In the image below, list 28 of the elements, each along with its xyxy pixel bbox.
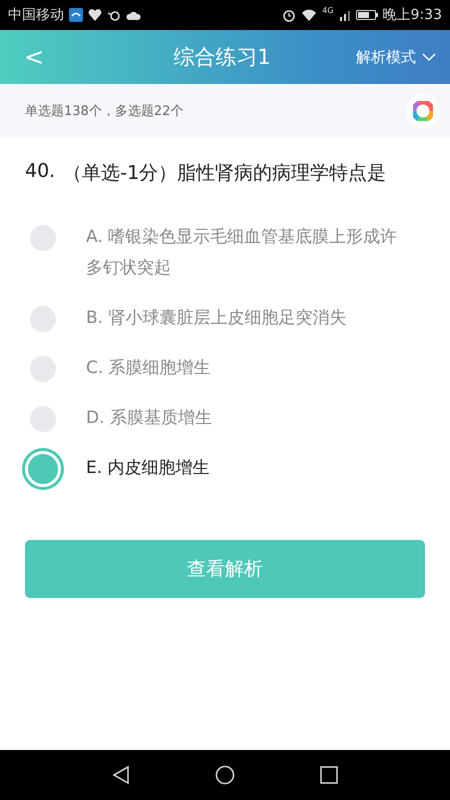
battery-icon [356,9,378,21]
wifi-icon [301,8,318,22]
network-label: 4G [322,6,334,15]
mode-dropdown[interactable]: 解析模式 [356,44,450,70]
chevron-down-icon [422,51,436,63]
alarm-icon [282,8,296,22]
home-nav-icon[interactable] [214,765,235,785]
answer-option[interactable]: B. 肾小球囊脏层上皮细胞足突消失 [86,303,406,334]
back-button[interactable]: < [0,37,58,77]
heart-icon [88,8,102,22]
question-text: （单选-1分）脂性肾病的病理学特点是 [63,161,386,186]
answer-option[interactable]: D. 系膜基质增生 [86,403,406,434]
answer-option[interactable]: E. 内皮细胞增生 [86,453,406,484]
answer-option[interactable]: C. 系膜细胞增生 [86,353,406,384]
answer-option[interactable]: A. 嗜银染色显示毛细血管基底膜上形成许多钉状突起 [86,222,406,284]
recents-nav-icon[interactable] [320,766,338,784]
view-analysis-button[interactable]: 查看解析 [25,540,425,598]
question-number: 40. [25,160,56,184]
aperture-icon [413,101,433,121]
carrier-name: 中国移动 [8,6,64,24]
app-logo-button[interactable] [406,94,440,128]
app-notification-icon [69,8,83,22]
back-nav-icon[interactable] [112,765,130,785]
clock-time: 晚上9:33 [382,6,442,24]
question-summary: 单选题138个，多选题22个 [25,103,184,120]
signal-icon [338,8,351,22]
radio-button[interactable] [25,451,61,487]
page-title: 综合练习1 [172,44,272,71]
